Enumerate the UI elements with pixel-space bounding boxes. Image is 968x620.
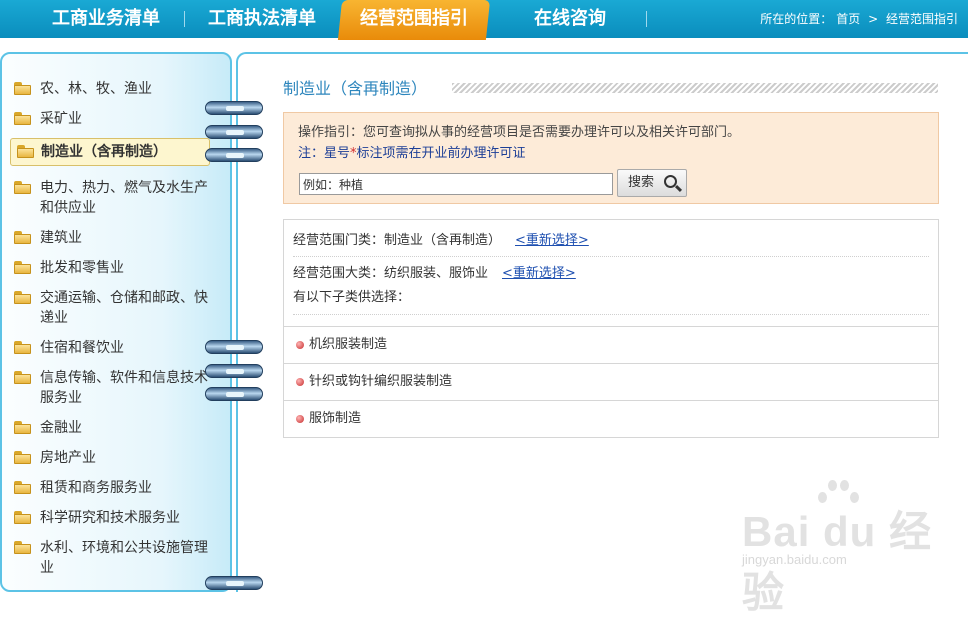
binder-ring-icon xyxy=(205,101,263,115)
binder-ring-icon xyxy=(205,125,263,139)
subclass-label: 针织或钩针编织服装制造 xyxy=(309,374,453,389)
sidebar-item-label: 租赁和商务服务业 xyxy=(40,480,152,496)
sidebar-item-water-environment[interactable]: 水利、环境和公共设施管理业 xyxy=(14,538,210,578)
baidu-jingyan-watermark: Bai du 经验 jingyan.baidu.com xyxy=(742,478,962,616)
breadcrumb-current: 经营范围指引 xyxy=(885,12,958,26)
sidebar-item-label: 房地产业 xyxy=(40,450,96,466)
guide-note-prefix: 注：星号 xyxy=(298,146,351,161)
nav-tab-business-list[interactable]: 工商业务清单 xyxy=(38,0,174,38)
sidebar-item-label: 采矿业 xyxy=(40,111,82,127)
category-row: 经营范围门类：制造业（含再制造） <重新选择> xyxy=(293,231,589,251)
sidebar-item-hospitality[interactable]: 住宿和餐饮业 xyxy=(14,338,214,358)
bullet-icon xyxy=(296,341,304,349)
folder-icon xyxy=(14,341,31,354)
sidebar-item-wholesale-retail[interactable]: 批发和零售业 xyxy=(14,258,214,278)
sidebar-item-label: 科学研究和技术服务业 xyxy=(40,510,180,526)
subclass-item[interactable]: 机织服装制造 xyxy=(284,326,938,363)
dotted-divider xyxy=(293,256,929,257)
nav-separator xyxy=(646,11,647,27)
sidebar-item-transport[interactable]: 交通运输、仓储和邮政、快递业 xyxy=(14,288,210,328)
sidebar-item-label: 批发和零售业 xyxy=(40,260,124,276)
sidebar-item-label: 水利、环境和公共设施管理业 xyxy=(40,540,208,576)
watermark-url: jingyan.baidu.com xyxy=(742,552,847,567)
folder-icon xyxy=(14,82,31,95)
sidebar-item-label: 电力、热力、燃气及水生产和供应业 xyxy=(40,180,208,216)
subclass-label: 机织服装制造 xyxy=(309,337,388,352)
binder-ring-icon xyxy=(205,340,263,354)
nav-tab-enforcement-list[interactable]: 工商执法清单 xyxy=(194,0,330,38)
folder-icon xyxy=(14,231,31,244)
major-label: 经营范围大类：纺织服装、服饰业 xyxy=(293,266,489,281)
page-title: 制造业（含再制造） xyxy=(283,79,428,98)
breadcrumb-separator: > xyxy=(868,12,879,26)
binder-ring-icon xyxy=(205,148,263,162)
folder-icon xyxy=(14,261,31,274)
sidebar-item-label: 住宿和餐饮业 xyxy=(40,340,124,356)
search-button[interactable]: 搜索 xyxy=(617,169,687,197)
sidebar-item-agriculture[interactable]: 农、林、牧、渔业 xyxy=(14,79,214,99)
reselect-major-link[interactable]: <重新选择> xyxy=(502,266,576,281)
sidebar-item-label: 制造业（含再制造） xyxy=(41,144,167,160)
folder-icon xyxy=(14,541,31,554)
guide-text: 操作指引：您可查询拟从事的经营项目是否需要办理许可以及相关许可部门。 xyxy=(298,125,741,140)
folder-icon xyxy=(17,145,34,158)
bullet-icon xyxy=(296,415,304,423)
sidebar-item-label: 建筑业 xyxy=(40,230,82,246)
title-hatched-divider xyxy=(452,83,938,93)
folder-icon xyxy=(14,371,31,384)
subclass-label: 服饰制造 xyxy=(309,411,362,426)
search-button-label: 搜索 xyxy=(628,175,655,190)
nav-tab-online-consult[interactable]: 在线咨询 xyxy=(500,0,640,38)
binder-ring-icon xyxy=(205,576,263,590)
top-navigation-bar: 工商业务清单 工商执法清单 经营范围指引 在线咨询 所在的位置： 首页 > 经营范… xyxy=(0,0,968,40)
folder-icon xyxy=(14,421,31,434)
sidebar-item-construction[interactable]: 建筑业 xyxy=(14,228,214,248)
sidebar-item-label: 交通运输、仓储和邮政、快递业 xyxy=(40,290,208,326)
folder-icon xyxy=(14,112,31,125)
search-icon xyxy=(664,175,677,188)
breadcrumb-home-link[interactable]: 首页 xyxy=(836,12,860,26)
sidebar-item-mining[interactable]: 采矿业 xyxy=(14,109,214,129)
sidebar-item-research-tech[interactable]: 科学研究和技术服务业 xyxy=(14,508,214,528)
category-label: 经营范围门类：制造业（含再制造） xyxy=(293,233,502,248)
folder-icon xyxy=(14,451,31,464)
sidebar-item-finance[interactable]: 金融业 xyxy=(14,418,214,438)
sidebar-item-label: 信息传输、软件和信息技术服务业 xyxy=(40,370,208,406)
folder-icon xyxy=(14,181,31,194)
folder-icon xyxy=(14,481,31,494)
guide-note: 注：星号*标注项需在开业前办理许可证 xyxy=(298,144,526,164)
breadcrumb: 所在的位置： 首页 > 经营范围指引 xyxy=(758,0,960,38)
guide-note-suffix: 标注项需在开业前办理许可证 xyxy=(356,146,526,161)
breadcrumb-prefix: 所在的位置： xyxy=(760,12,833,26)
folder-icon xyxy=(14,511,31,524)
sidebar-item-real-estate[interactable]: 房地产业 xyxy=(14,448,214,468)
sidebar-item-manufacturing[interactable]: 制造业（含再制造） xyxy=(10,138,210,166)
bullet-icon xyxy=(296,378,304,386)
binder-ring-icon xyxy=(205,364,263,378)
subclass-item[interactable]: 针织或钩针编织服装制造 xyxy=(284,363,938,400)
operation-guide-box: 操作指引：您可查询拟从事的经营项目是否需要办理许可以及相关许可部门。 注：星号*… xyxy=(283,112,939,204)
search-input[interactable] xyxy=(299,173,613,195)
dotted-divider xyxy=(293,314,929,315)
nav-tab-scope-guide[interactable]: 经营范围指引 xyxy=(345,0,483,38)
sidebar-item-label: 农、林、牧、渔业 xyxy=(40,81,152,97)
scope-result-panel: 经营范围门类：制造业（含再制造） <重新选择> 经营范围大类：纺织服装、服饰业 <重… xyxy=(283,219,939,438)
sidebar-item-it-software[interactable]: 信息传输、软件和信息技术服务业 xyxy=(14,368,210,408)
sidebar-item-label: 金融业 xyxy=(40,420,82,436)
major-row: 经营范围大类：纺织服装、服饰业 <重新选择> xyxy=(293,264,576,284)
sidebar-item-utilities[interactable]: 电力、热力、燃气及水生产和供应业 xyxy=(14,178,210,218)
sidebar-item-leasing-business[interactable]: 租赁和商务服务业 xyxy=(14,478,214,498)
binder-ring-icon xyxy=(205,387,263,401)
folder-icon xyxy=(14,291,31,304)
subclass-item[interactable]: 服饰制造 xyxy=(284,400,938,437)
reselect-category-link[interactable]: <重新选择> xyxy=(515,233,589,248)
nav-separator xyxy=(184,11,185,27)
subclass-prompt: 有以下子类供选择： xyxy=(293,290,411,305)
